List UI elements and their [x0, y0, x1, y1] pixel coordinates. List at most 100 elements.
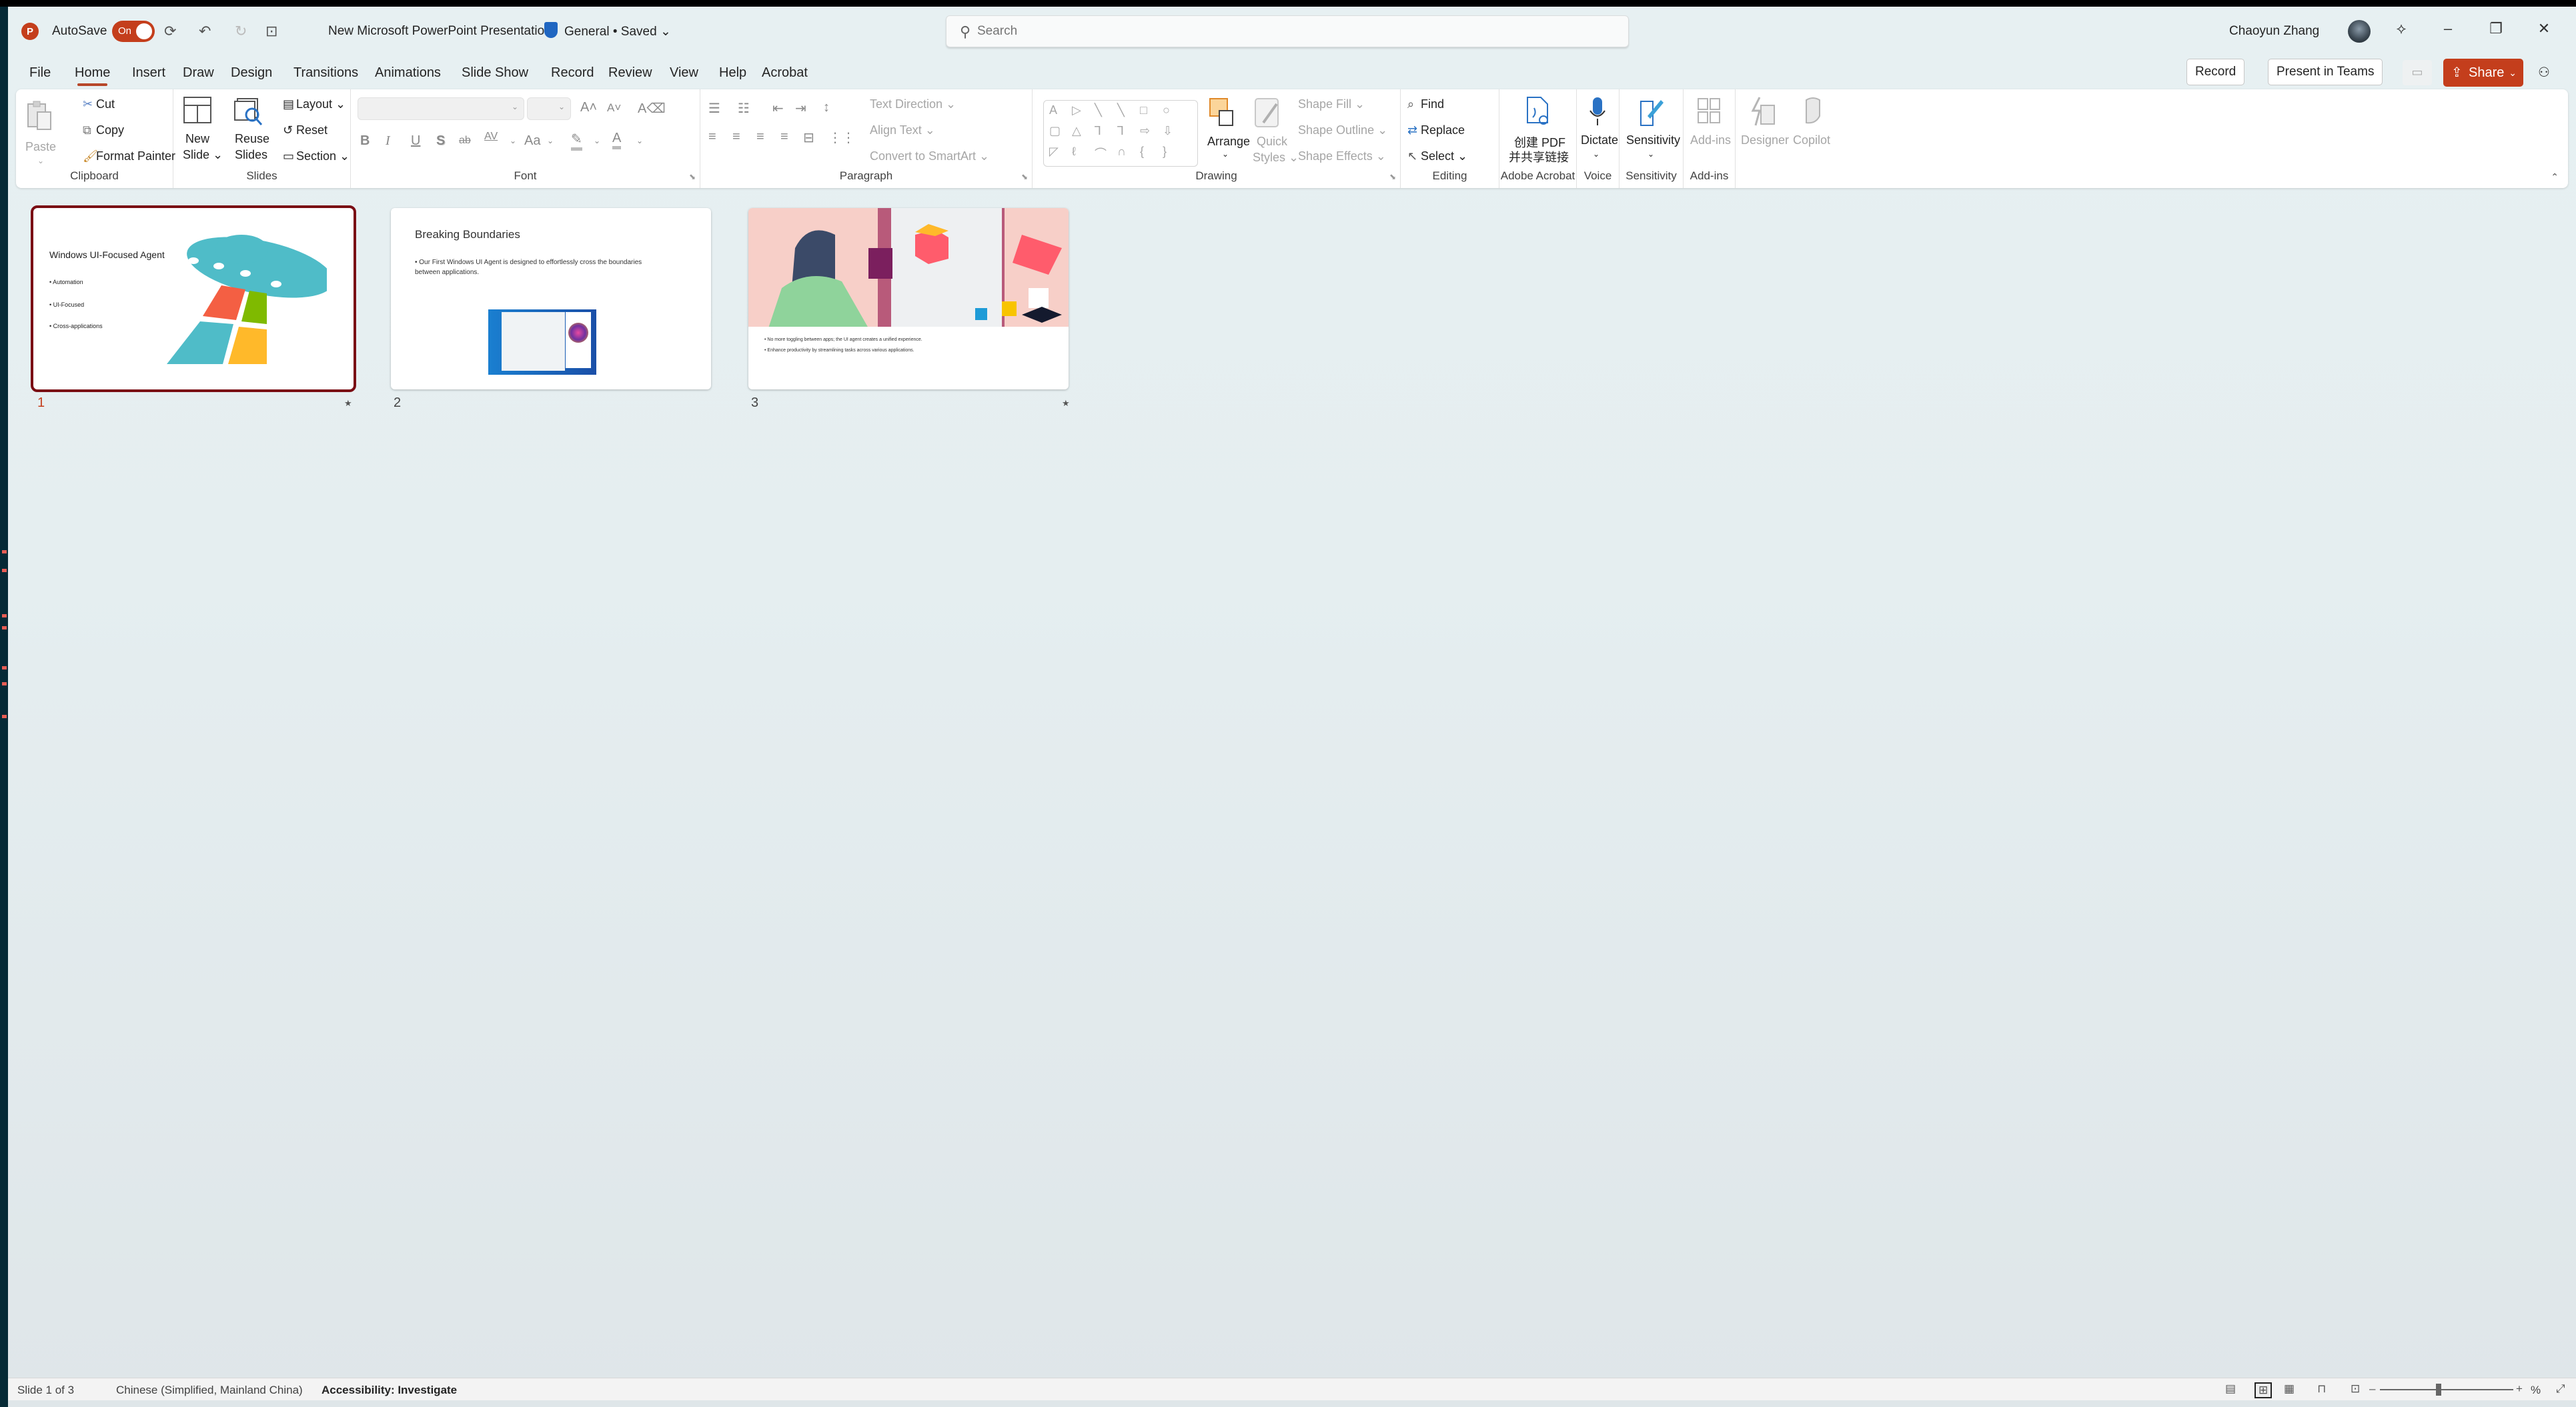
save-status[interactable]: General • Saved ⌄ [564, 24, 671, 39]
comments-button[interactable]: ▭ [2403, 60, 2432, 85]
layout-button[interactable]: Layout ⌄ [296, 97, 346, 111]
text-shadow-button[interactable]: S [436, 133, 445, 149]
tab-insert[interactable]: Insert [132, 65, 165, 81]
find-button[interactable]: Find [1421, 97, 1444, 111]
arrange-button[interactable]: Arrange ⌄ [1207, 96, 1250, 171]
font-name-combo[interactable]: ⌄ [358, 97, 524, 120]
format-painter-button[interactable]: Format Painter [96, 149, 175, 163]
user-name[interactable]: Chaoyun Zhang [2229, 24, 2319, 39]
notes-icon[interactable]: ▤ [2225, 1382, 2236, 1396]
shapes-gallery[interactable]: A ▷ ╲ ╲ □ ○ ▢ △ ⅂ ⅂ ⇨ ⇩ ◸ ℓ ⌒ ∩ {} [1043, 100, 1198, 167]
align-center-icon[interactable]: ≡ [732, 129, 740, 145]
slide-position[interactable]: Slide 1 of 3 [17, 1384, 74, 1397]
collapse-ribbon-icon[interactable]: ⌃ [2551, 171, 2559, 183]
transition-star-icon[interactable]: ★ [344, 398, 352, 409]
bold-button[interactable]: B [360, 133, 370, 149]
shape-effects-button[interactable]: Shape Effects ⌄ [1298, 149, 1386, 163]
quick-styles-button[interactable]: Quick Styles ⌄ [1253, 96, 1299, 171]
italic-button[interactable]: I [386, 133, 390, 149]
chevron-down-icon[interactable]: ⌄ [2509, 59, 2517, 87]
tab-home[interactable]: Home [75, 65, 110, 86]
select-button[interactable]: Select ⌄ [1421, 149, 1467, 163]
search-box[interactable]: ⚲ [946, 15, 1629, 47]
create-pdf-share-link-button[interactable]: 创建 PDF 并共享链接 [1506, 96, 1570, 171]
minimize-button[interactable]: – [2435, 20, 2461, 37]
accessibility-status[interactable]: Accessibility: Investigate [321, 1384, 457, 1397]
tab-draw[interactable]: Draw [183, 65, 214, 81]
zoom-level[interactable]: % [2531, 1384, 2541, 1397]
replace-button[interactable]: Replace [1421, 123, 1465, 137]
shape-gallery-item[interactable]: ⇨ [1140, 124, 1150, 138]
shape-gallery-item[interactable]: A [1049, 103, 1057, 117]
shape-gallery-item[interactable]: ▢ [1049, 124, 1061, 138]
tab-view[interactable]: View [670, 65, 698, 81]
shape-gallery-item[interactable]: ◸ [1049, 145, 1059, 159]
undo-icon[interactable]: ↶ [199, 23, 211, 40]
cut-button[interactable]: Cut [96, 97, 115, 111]
paste-label[interactable]: Paste [25, 140, 56, 154]
numbering-icon[interactable]: ☷ [738, 100, 750, 117]
reuse-slides-button[interactable]: Reuse Slides [233, 96, 273, 169]
present-from-beginning-icon[interactable]: ⊡ [265, 23, 277, 40]
shape-gallery-item[interactable]: ⇩ [1163, 124, 1173, 138]
redo-icon[interactable]: ↻ [235, 23, 247, 40]
slideshow-view-icon[interactable]: ⊡ [2351, 1382, 2360, 1396]
tab-acrobat[interactable]: Acrobat [762, 65, 808, 81]
tab-file[interactable]: File [29, 65, 51, 81]
font-color-button[interactable]: A [612, 131, 622, 149]
justify-icon[interactable]: ≡ [780, 129, 788, 145]
new-slide-button[interactable]: New Slide ⌄ [183, 96, 223, 169]
avatar[interactable] [2348, 20, 2371, 43]
slide-sorter-view-icon[interactable]: ▦ [2284, 1382, 2295, 1396]
section-button[interactable]: Section ⌄ [296, 149, 350, 163]
align-left-icon[interactable]: ≡ [708, 129, 716, 145]
chevron-down-icon[interactable]: ⌄ [547, 136, 554, 145]
copilot-button[interactable]: Copilot [1790, 96, 1840, 171]
document-title[interactable]: New Microsoft PowerPoint Presentation [328, 24, 552, 39]
clear-formatting-icon[interactable]: A⌫ [638, 100, 666, 117]
slide-thumbnail-1[interactable]: Windows UI-Focused Agent • Automation • … [31, 205, 356, 392]
chevron-down-icon[interactable]: ⌄ [594, 136, 600, 145]
tab-review[interactable]: Review [608, 65, 652, 81]
convert-to-smartart-button[interactable]: Convert to SmartArt ⌄ [870, 149, 989, 163]
reading-view-icon[interactable]: ⊓ [2317, 1382, 2326, 1396]
align-text-button[interactable]: Align Text ⌄ [870, 123, 935, 137]
designer-button[interactable]: Designer [1740, 96, 1789, 171]
highlight-color-button[interactable]: ✎ [571, 131, 582, 151]
language-status[interactable]: Chinese (Simplified, Mainland China) [116, 1384, 303, 1397]
copy-button[interactable]: Copy [96, 123, 124, 137]
fit-to-window-icon[interactable]: ⤢ [2556, 1382, 2565, 1396]
chevron-down-icon[interactable]: ⌄ [510, 136, 516, 145]
zoom-slider-track[interactable] [2380, 1389, 2513, 1390]
close-button[interactable]: ✕ [2531, 20, 2557, 37]
zoom-in-icon[interactable]: + [2516, 1382, 2523, 1396]
increase-font-size-icon[interactable]: A˄ [580, 100, 597, 115]
powerpoint-logo-icon[interactable]: P [21, 23, 39, 40]
dictate-button[interactable]: Dictate ⌄ [1581, 96, 1618, 171]
addins-button[interactable]: Add-ins [1688, 96, 1732, 171]
strikethrough-button[interactable]: ab [459, 135, 471, 147]
present-in-teams-button[interactable]: Present in Teams [2268, 59, 2383, 85]
shape-gallery-item[interactable]: ∩ [1117, 145, 1126, 159]
record-button[interactable]: Record [2186, 59, 2245, 85]
tab-transitions[interactable]: Transitions [293, 65, 358, 81]
line-spacing-icon[interactable]: ↕ [823, 100, 830, 115]
normal-view-icon[interactable]: ⊞ [2255, 1382, 2273, 1398]
zoom-out-icon[interactable]: – [2369, 1382, 2375, 1396]
slide-thumbnail-2[interactable]: Breaking Boundaries • Our First Windows … [391, 208, 711, 389]
distributed-icon[interactable]: ⊟ [803, 129, 814, 146]
shape-gallery-item[interactable]: } [1163, 145, 1167, 159]
shape-gallery-item[interactable]: △ [1072, 124, 1081, 138]
shape-gallery-item[interactable]: ⅂ [1095, 124, 1101, 138]
zoom-slider-thumb[interactable] [2436, 1384, 2441, 1396]
shape-gallery-item[interactable]: ⅂ [1117, 124, 1124, 138]
shape-gallery-item[interactable]: ╲ [1117, 103, 1125, 117]
tab-slide-show[interactable]: Slide Show [462, 65, 528, 81]
shape-gallery-item[interactable]: ╲ [1095, 103, 1102, 117]
reset-button[interactable]: Reset [296, 123, 328, 137]
font-size-combo[interactable]: ⌄ [527, 97, 571, 120]
underline-button[interactable]: U [411, 133, 420, 149]
shape-gallery-item[interactable]: { [1140, 145, 1144, 159]
save-sync-icon[interactable]: ⟳ [164, 23, 176, 40]
align-right-icon[interactable]: ≡ [756, 129, 764, 145]
